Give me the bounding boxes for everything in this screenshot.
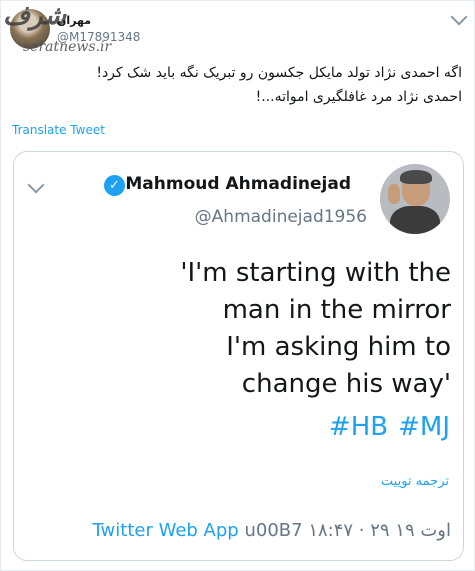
quoted-tweet-text: 'I'm starting with the man in the mirror… <box>31 255 451 403</box>
avatar-figure <box>390 206 440 234</box>
hashtag-link[interactable]: #HB <box>329 412 388 442</box>
chevron-down-icon[interactable] <box>27 176 45 194</box>
tweet-card[interactable]: شرف seratnews.ir مهران @M17891348 اگه اح… <box>0 0 475 571</box>
avatar-hair <box>400 170 432 184</box>
display-name[interactable]: مهران <box>57 14 91 27</box>
tweet-text-line: احمدی نژاد مرد غافلگیری امواته...! <box>255 89 462 105</box>
quoted-tweet-card[interactable]: ✓ Mahmoud Ahmadinejad @Ahmadinejad1956 '… <box>13 151 464 561</box>
source-link[interactable]: Twitter Web App <box>93 520 239 541</box>
quoted-display-name[interactable]: Mahmoud Ahmadinejad <box>125 174 351 194</box>
tweet-text: اگه احمدی نژاد تولد مایکل جکسون رو تبریک… <box>22 61 462 109</box>
tweet-timestamp[interactable]: ۱۸:۴۷ · ۲۹ اوت ۱۹ <box>308 520 451 541</box>
quoted-avatar[interactable] <box>380 164 450 234</box>
quote-line: change his way' <box>241 369 451 399</box>
hashtag-link[interactable]: #MJ <box>398 412 450 442</box>
quote-line: man in the mirror <box>222 295 451 325</box>
translate-tweet-link[interactable]: ترجمه توییت <box>381 474 449 489</box>
quoted-user-handle[interactable]: @Ahmadinejad1956 <box>195 207 367 227</box>
quote-line: I'm asking him to <box>226 332 451 362</box>
avatar-hand <box>388 184 400 204</box>
hashtags: #HB #MJ <box>319 412 450 442</box>
quote-line: 'I'm starting with the <box>180 258 451 288</box>
user-handle[interactable]: @M17891348 <box>57 30 140 44</box>
verified-badge-icon: ✓ <box>104 175 125 196</box>
tweet-text-line: اگه احمدی نژاد تولد مایکل جکسون رو تبریک… <box>96 65 462 81</box>
chevron-down-icon[interactable] <box>450 8 468 26</box>
tweet-metadata: Twitter Web App u00B7 ۱۸:۴۷ · ۲۹ اوت ۱۹ <box>93 520 451 541</box>
translate-tweet-link[interactable]: Translate Tweet <box>12 123 105 137</box>
metadata-separator: u00B7 <box>244 520 303 541</box>
